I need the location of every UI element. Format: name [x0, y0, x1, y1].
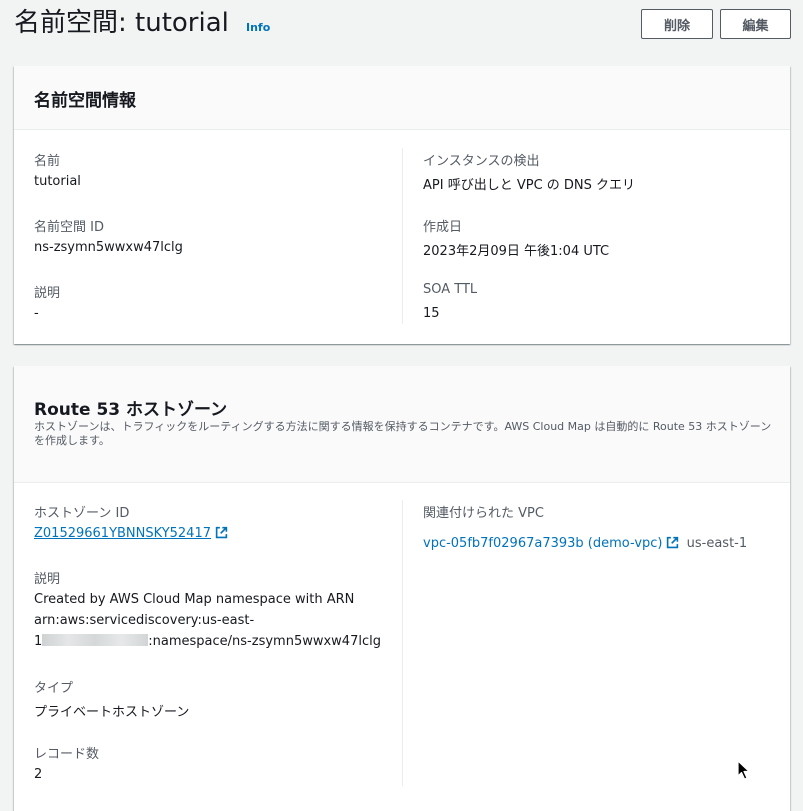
soa-ttl-label: SOA TTL [423, 282, 478, 297]
description-value: - [34, 306, 39, 321]
name-value: tutorial [34, 174, 81, 189]
type-label: タイプ [34, 681, 74, 696]
hz-description-label: 説明 [34, 572, 61, 587]
associated-vpc-value: vpc-05fb7f02967a7393b (demo-vpc) us-east… [423, 536, 747, 551]
namespace-id-label: 名前空間 ID [34, 220, 104, 235]
type-value: プライベートホストゾーン [34, 705, 190, 720]
namespace-info-header: 名前空間情報 [14, 66, 790, 130]
delete-button[interactable]: 削除 [641, 9, 713, 39]
soa-ttl-value: 15 [423, 306, 440, 321]
hz-description-namespace: :namespace/ns-zsymn5wwxw47lclg [148, 634, 381, 649]
namespace-info-card: 名前空間情報 名前 tutorial 名前空間 ID ns-zsymn5wwxw… [14, 66, 790, 344]
description-label: 説明 [34, 286, 61, 301]
instance-discovery-label: インスタンスの検出 [423, 154, 540, 169]
hz-description-account-prefix: 1 [34, 634, 43, 649]
edit-button[interactable]: 編集 [720, 9, 791, 39]
hz-description-value: Created by AWS Cloud Map namespace with … [34, 589, 384, 652]
hosted-zone-card: Route 53 ホストゾーン ホストゾーンは、トラフィックをルーティングする方… [14, 366, 790, 811]
name-label: 名前 [34, 154, 61, 169]
hosted-zone-id-link[interactable]: Z01529661YBNNSKY52417 [34, 526, 211, 541]
vpc-region: us-east-1 [686, 536, 748, 551]
external-link-icon[interactable] [666, 536, 679, 549]
record-count-value: 2 [34, 767, 43, 782]
record-count-label: レコード数 [34, 747, 100, 762]
page-header: 名前空間: tutorial Info 削除 編集 [14, 6, 791, 46]
external-link-icon[interactable] [215, 526, 228, 539]
namespace-info-title: 名前空間情報 [34, 91, 136, 111]
redacted-account-id [42, 634, 149, 646]
vpc-link[interactable]: vpc-05fb7f02967a7393b (demo-vpc) [423, 536, 662, 551]
hosted-zone-header: Route 53 ホストゾーン ホストゾーンは、トラフィックをルーティングする方… [14, 366, 790, 483]
column-divider [402, 500, 403, 786]
hosted-zone-title: Route 53 ホストゾーン [34, 400, 228, 420]
hz-description-line-3: 1 :namespace/ns-zsymn5wwxw47lclg [34, 631, 384, 652]
instance-discovery-value: API 呼び出しと VPC の DNS クエリ [423, 178, 636, 193]
hz-description-line-1: Created by AWS Cloud Map namespace with … [34, 592, 355, 607]
mouse-cursor-icon [737, 760, 750, 780]
page-title: 名前空間: tutorial [14, 8, 229, 38]
hz-description-line-2: arn:aws:servicediscovery:us-east- [34, 613, 255, 628]
created-date-value: 2023年2月09日 午後1:04 UTC [423, 244, 610, 259]
hosted-zone-id-label: ホストゾーン ID [34, 506, 130, 521]
associated-vpc-label: 関連付けられた VPC [423, 506, 544, 521]
column-divider [402, 148, 403, 324]
namespace-id-value: ns-zsymn5wwxw47lclg [34, 240, 183, 255]
info-link[interactable]: Info [246, 21, 270, 34]
hosted-zone-id-value: Z01529661YBNNSKY52417 [34, 526, 228, 541]
created-date-label: 作成日 [423, 220, 463, 235]
hosted-zone-description: ホストゾーンは、トラフィックをルーティングする方法に関する情報を保持するコンテナ… [34, 420, 772, 447]
